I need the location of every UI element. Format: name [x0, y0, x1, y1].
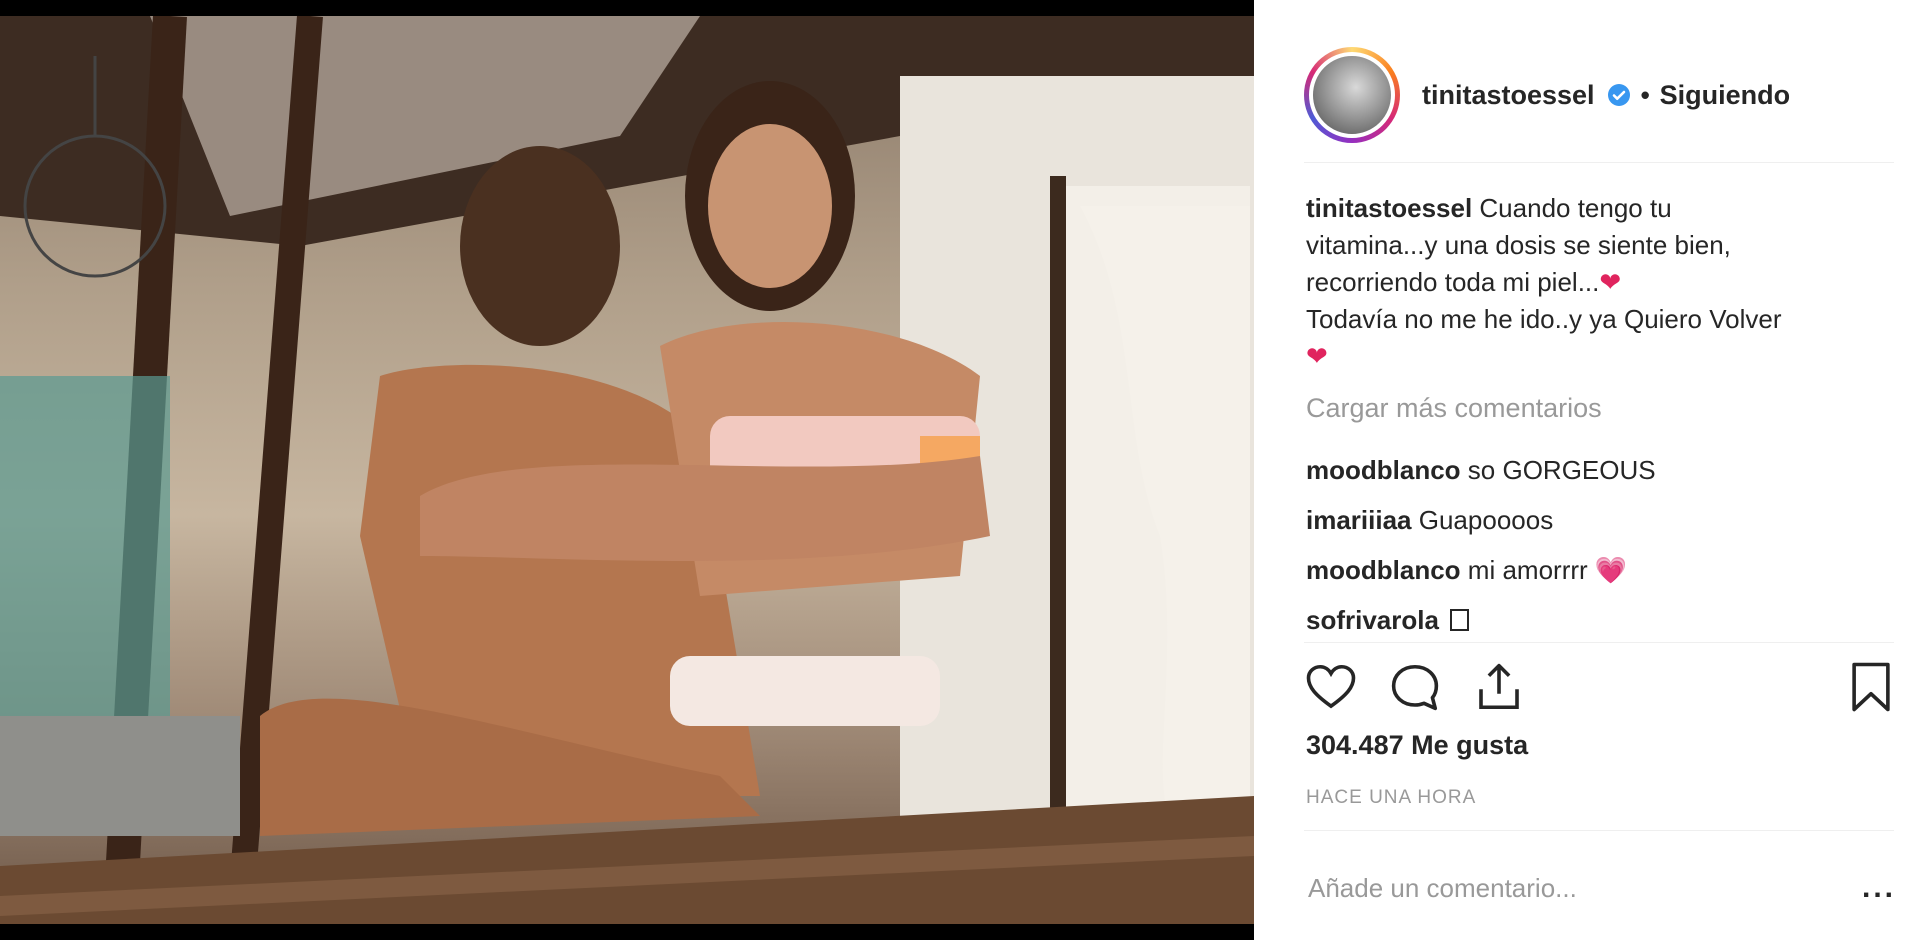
caption-username[interactable]: tinitastoessel [1306, 193, 1472, 223]
red-heart-emoji: ❤ [1599, 267, 1622, 297]
post-header: tinitastoessel • Siguiendo [1304, 30, 1880, 160]
separator-dot: • [1640, 79, 1650, 110]
comment-username[interactable]: moodblanco [1306, 455, 1461, 485]
post-caption: tinitastoessel Cuando tengo tu vitamina.… [1306, 190, 1866, 375]
more-options-icon[interactable]: ... [1862, 871, 1896, 905]
comments-list: moodblanco so GORGEOUS imariiiaa Guapooo… [1306, 445, 1866, 645]
caption-text-1: Cuando tengo tu [1479, 193, 1672, 223]
avatar-story-ring[interactable] [1304, 47, 1400, 143]
likes-count[interactable]: 304.487 Me gusta [1306, 730, 1528, 761]
header-divider [1304, 162, 1894, 163]
comment-text: mi amorrrr [1467, 555, 1588, 585]
footer-divider [1304, 830, 1894, 831]
comments-divider [1304, 642, 1894, 643]
comment-username[interactable]: sofrivarola [1306, 605, 1439, 635]
comment-item: sofrivarola [1306, 595, 1866, 645]
following-button[interactable]: Siguiendo [1660, 80, 1791, 111]
load-more-comments-link[interactable]: Cargar más comentarios [1306, 393, 1602, 424]
caption-line-2: vitamina...y una dosis se siente bien, [1306, 230, 1731, 260]
caption-line-1: tinitastoessel Cuando tengo tu [1306, 190, 1866, 227]
comment-text: so GORGEOUS [1467, 455, 1656, 485]
comment-item: moodblanco so GORGEOUS [1306, 445, 1866, 495]
comment-item: imariiiaa Guapoooos [1306, 495, 1866, 545]
comment-username[interactable]: imariiiaa [1306, 505, 1412, 535]
comment-icon[interactable] [1388, 660, 1442, 714]
verified-badge-icon [1607, 84, 1630, 106]
comment-username[interactable]: moodblanco [1306, 555, 1461, 585]
post-side-panel: tinitastoessel • Siguiendo tinitastoesse… [1254, 0, 1920, 940]
action-bar [1304, 660, 1894, 718]
missing-glyph-box-icon [1450, 609, 1470, 631]
post-photo[interactable] [0, 16, 1254, 924]
bookmark-icon[interactable] [1844, 660, 1898, 714]
heart-icon[interactable] [1304, 660, 1358, 714]
avatar[interactable] [1309, 52, 1395, 138]
share-icon[interactable] [1472, 660, 1526, 714]
caption-line-3: recorriendo toda mi piel...❤ [1306, 264, 1866, 301]
pink-heart-emoji: 💗 [1594, 555, 1628, 585]
header-username[interactable]: tinitastoessel [1422, 80, 1595, 111]
caption-text-3: recorriendo toda mi piel... [1306, 267, 1600, 297]
add-comment-input[interactable] [1306, 871, 1810, 905]
comment-item: moodblanco mi amorrrr 💗 [1306, 545, 1866, 595]
red-heart-emoji-2: ❤ [1306, 341, 1328, 371]
comment-text: Guapoooos [1418, 505, 1554, 535]
photo-panel [0, 0, 1254, 940]
caption-line-4: Todavía no me he ido..y ya Quiero Volver [1306, 304, 1782, 334]
photo-illustration [0, 16, 1254, 924]
post-timestamp: HACE UNA HORA [1306, 787, 1477, 808]
add-comment-area: ... [1306, 866, 1896, 910]
